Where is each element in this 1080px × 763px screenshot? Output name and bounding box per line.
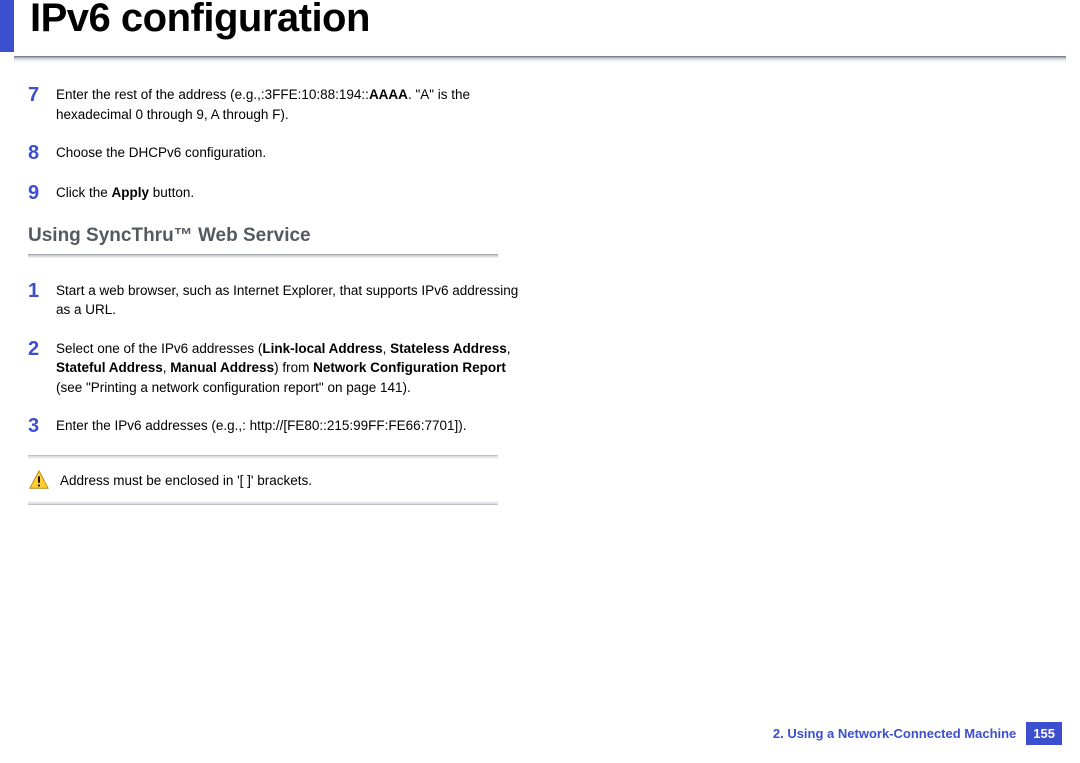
step-body: Enter the rest of the address (e.g.,:3FF… (56, 84, 528, 124)
step-body: Start a web browser, such as Internet Ex… (56, 280, 528, 320)
step-9: 9 Click the Apply button. (28, 182, 528, 204)
step-8: 8 Choose the DHCPv6 configuration. (28, 142, 528, 164)
step-2: 2 Select one of the IPv6 addresses (Link… (28, 338, 528, 398)
warning-text: Address must be enclosed in '[ ]' bracke… (60, 471, 312, 491)
footer-page-number: 155 (1026, 722, 1062, 745)
step-7: 7 Enter the rest of the address (e.g.,:3… (28, 84, 528, 124)
page-title: IPv6 configuration (30, 0, 370, 41)
step-text-after: button. (149, 185, 194, 200)
section-title: Using SyncThru™ Web Service (28, 222, 528, 250)
step-number: 7 (28, 84, 56, 124)
step-bold: AAAA (369, 87, 408, 102)
section-underline (28, 254, 498, 258)
step-3: 3 Enter the IPv6 addresses (e.g.,: http:… (28, 415, 528, 437)
step-body: Select one of the IPv6 addresses (Link-l… (56, 338, 528, 398)
warning-divider-bottom (28, 501, 498, 505)
step-body: Choose the DHCPv6 configuration. (56, 142, 528, 164)
step-number: 2 (28, 338, 56, 398)
step-number: 1 (28, 280, 56, 320)
step-number: 9 (28, 182, 56, 204)
step-text: Start a web browser, such as Internet Ex… (56, 283, 518, 318)
step-body: Click the Apply button. (56, 182, 528, 204)
header-accent-bar (0, 0, 14, 52)
step-text: Choose the DHCPv6 configuration. (56, 145, 266, 160)
step-bold: Apply (112, 185, 150, 200)
page-footer: 2. Using a Network-Connected Machine 155 (773, 722, 1062, 745)
step-body: Enter the IPv6 addresses (e.g.,: http://… (56, 415, 528, 437)
warning-icon (28, 469, 50, 491)
step-text: Select one of the IPv6 addresses ( (56, 341, 262, 356)
step-number: 8 (28, 142, 56, 164)
step-bold: Link-local Address (262, 341, 382, 356)
warning-box: Address must be enclosed in '[ ]' bracke… (28, 459, 498, 501)
step-text: Enter the IPv6 addresses (e.g.,: http://… (56, 418, 466, 433)
step-text: Click the (56, 185, 112, 200)
step-text: Enter the rest of the address (e.g.,:3FF… (56, 87, 369, 102)
step-number: 3 (28, 415, 56, 437)
header-rule (14, 56, 1066, 62)
footer-chapter: 2. Using a Network-Connected Machine (773, 726, 1016, 741)
step-1: 1 Start a web browser, such as Internet … (28, 280, 528, 320)
content-column: 7 Enter the rest of the address (e.g.,:3… (28, 84, 528, 505)
